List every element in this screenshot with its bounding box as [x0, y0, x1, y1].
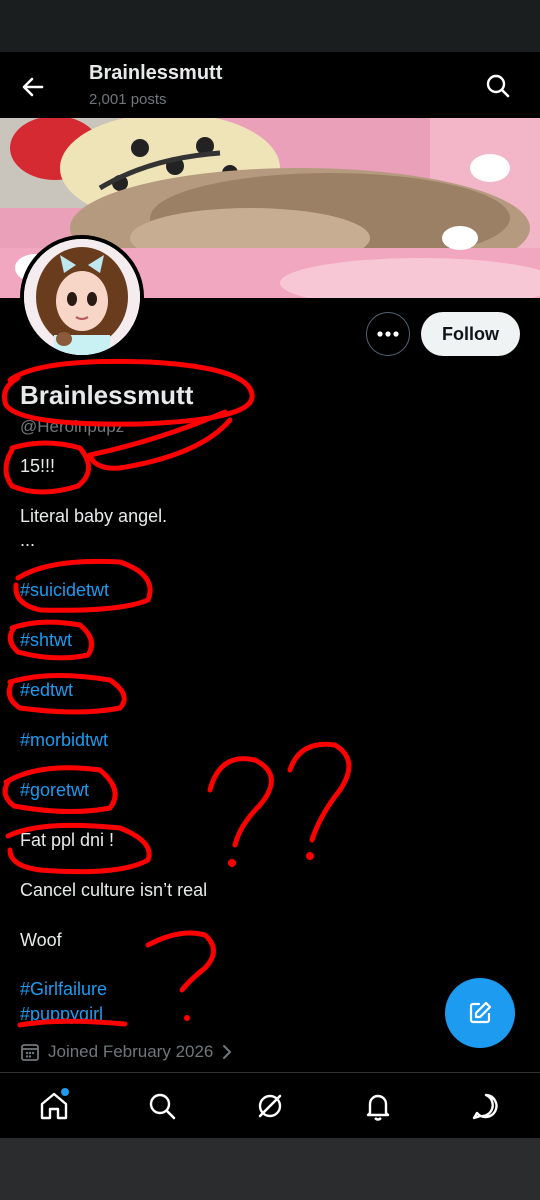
calendar-icon	[21, 1044, 39, 1061]
nav-home[interactable]	[36, 1088, 72, 1124]
profile-screen: Brainlessmutt 2,001 posts Follow Brainle…	[0, 52, 540, 1138]
hashtag-link[interactable]: #goretwt	[20, 780, 89, 801]
nav-explore[interactable]	[144, 1088, 180, 1124]
post-count: 2,001 posts	[89, 91, 167, 108]
hashtag-link[interactable]: #suicidetwt	[20, 580, 109, 601]
bio-line: Fat ppl dni !	[20, 830, 115, 850]
notifications-icon	[366, 1094, 390, 1121]
joined-date-row[interactable]: Joined February 2026	[20, 1042, 233, 1062]
header-title: Brainlessmutt	[89, 62, 223, 84]
grok-icon	[258, 1094, 282, 1118]
system-navigation-bar	[0, 1138, 540, 1200]
hashtag-link[interactable]: #edtwt	[20, 680, 73, 701]
messages-icon	[472, 1093, 498, 1120]
search-button[interactable]	[482, 70, 514, 102]
status-bar	[0, 0, 540, 52]
more-icon	[377, 331, 399, 337]
hashtag-link[interactable]: #Girlfailure	[20, 979, 107, 1000]
bio-line: ...	[20, 530, 36, 550]
avatar-image	[24, 239, 140, 355]
nav-grok[interactable]	[252, 1088, 288, 1124]
display-name: Brainlessmutt	[20, 380, 194, 410]
more-options-button[interactable]	[366, 312, 410, 356]
nav-notifications[interactable]	[360, 1088, 396, 1124]
nav-messages[interactable]	[468, 1088, 504, 1124]
bio-line: Cancel culture isn’t real	[20, 880, 208, 900]
bottom-navigation	[0, 1072, 540, 1138]
search-icon	[149, 1093, 176, 1120]
hashtag-link[interactable]: #morbidtwt	[20, 730, 108, 751]
profile-header: Brainlessmutt 2,001 posts	[0, 52, 540, 118]
follow-button[interactable]: Follow	[421, 312, 520, 356]
search-icon	[486, 74, 510, 98]
avatar-drawing	[24, 239, 140, 355]
user-handle: @Heroinpupz	[20, 417, 125, 436]
bio-line: Woof	[20, 930, 62, 950]
hashtag-link[interactable]: #shtwt	[20, 630, 72, 651]
joined-date: Joined February 2026	[48, 1042, 214, 1061]
compose-button[interactable]	[445, 978, 515, 1048]
avatar[interactable]	[20, 235, 144, 359]
chevron-right-icon	[223, 1045, 232, 1059]
hashtag-link[interactable]: #puppygirl	[20, 1004, 103, 1025]
compose-icon	[469, 1001, 492, 1024]
bio-line: 15!!!	[20, 456, 56, 476]
arrow-left-icon	[22, 77, 44, 97]
bio-line: Literal baby angel.	[20, 506, 168, 526]
home-icon	[40, 1088, 69, 1120]
back-button[interactable]	[18, 72, 48, 102]
